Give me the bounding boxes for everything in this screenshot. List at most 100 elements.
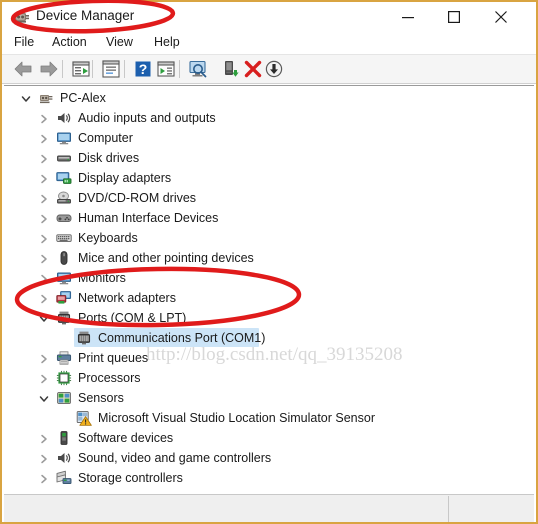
computer-root-icon [38, 90, 54, 106]
display-adapter-icon [56, 170, 72, 186]
minimize-button[interactable] [385, 2, 431, 32]
properties-icon [72, 61, 90, 77]
tree-row-sound-video-and-game-controllers[interactable]: Sound, video and game controllers [4, 448, 534, 468]
tree-row-network-adapters[interactable]: Network adapters [4, 288, 534, 308]
mouse-icon [56, 250, 72, 266]
close-icon [495, 11, 507, 23]
tree-row-display-adapters[interactable]: Display adapters [4, 168, 534, 188]
tree-label: Computer [78, 131, 133, 145]
menu-item-view[interactable]: View [106, 35, 133, 49]
network-adapter-icon [56, 290, 72, 306]
sensor-warning-icon [76, 410, 92, 426]
tree-label: Communications Port (COM1) [98, 331, 266, 345]
tree-label: Processors [78, 371, 141, 385]
menu-item-action[interactable]: Action [52, 35, 87, 49]
window-help-icon [102, 60, 120, 78]
chevron-right-icon[interactable] [38, 192, 50, 204]
down-arrow-circle-icon [265, 60, 283, 78]
close-button[interactable] [478, 2, 524, 32]
properties-button[interactable] [70, 58, 92, 80]
tree-label: Human Interface Devices [78, 211, 219, 225]
update-driver-icon [225, 61, 239, 77]
uninstall-device-button[interactable] [242, 58, 264, 80]
update-driver-button[interactable] [220, 58, 242, 80]
tree-row-keyboards[interactable]: Keyboards [4, 228, 534, 248]
toolbar: ? [2, 55, 536, 84]
chevron-right-icon[interactable] [38, 352, 50, 364]
chevron-right-icon[interactable] [38, 472, 50, 484]
printer-icon [56, 350, 72, 366]
red-x-icon [244, 60, 262, 78]
chevron-down-icon[interactable] [38, 312, 50, 324]
tree-label: PC-Alex [60, 91, 106, 105]
menu-item-file[interactable]: File [14, 35, 34, 49]
back-arrow-icon [14, 61, 32, 77]
chevron-right-icon[interactable] [38, 252, 50, 264]
chevron-right-icon[interactable] [38, 432, 50, 444]
tree-row-system-devices[interactable]: System devices [4, 488, 534, 491]
storage-controller-icon [56, 470, 72, 486]
tree-label: Software devices [78, 431, 174, 445]
tree-label: Microsoft Visual Studio Location Simulat… [98, 411, 375, 425]
tree-row-software-devices[interactable]: Software devices [4, 428, 534, 448]
question-mark-icon: ? [135, 61, 151, 77]
show-hidden-devices-button[interactable] [155, 58, 177, 80]
maximize-button[interactable] [431, 2, 477, 32]
chevron-right-icon[interactable] [38, 152, 50, 164]
monitor-icon [56, 270, 72, 286]
svg-text:?: ? [139, 61, 148, 77]
menu-item-help[interactable]: Help [154, 35, 180, 49]
tree-row-storage-controllers[interactable]: Storage controllers [4, 468, 534, 488]
tree-row-audio-inputs-and-outputs[interactable]: Audio inputs and outputs [4, 108, 534, 128]
chevron-right-icon[interactable] [38, 132, 50, 144]
help-button[interactable]: ? [132, 58, 154, 80]
chevron-down-icon[interactable] [38, 392, 50, 404]
tree-row-sensors[interactable]: Sensors [4, 388, 534, 408]
menu-bar: File Action View Help [2, 32, 536, 55]
disk-drive-icon [56, 150, 72, 166]
tree-row-print-queues[interactable]: Print queues [4, 348, 534, 368]
speaker-icon [56, 110, 72, 126]
tree-row-processors[interactable]: Processors [4, 368, 534, 388]
tree-row-human-interface-devices[interactable]: Human Interface Devices [4, 208, 534, 228]
forward-button[interactable] [38, 58, 60, 80]
processor-icon [56, 370, 72, 386]
tree-row-computer[interactable]: Computer [4, 128, 534, 148]
device-manager-window: Device Manager File Action View Help ? h… [0, 0, 538, 524]
tree-row-ms-vs-location-simulator-sensor[interactable]: Microsoft Visual Studio Location Simulat… [4, 408, 534, 428]
tree-row-pc-alex[interactable]: PC-Alex [4, 88, 534, 108]
scan-hardware-changes-button[interactable] [187, 58, 209, 80]
disable-device-button[interactable] [263, 58, 285, 80]
window-title: Device Manager [36, 8, 135, 23]
tree-label: DVD/CD-ROM drives [78, 191, 197, 205]
tree-label: Storage controllers [78, 471, 183, 485]
tree-row-dvd-cd-rom-drives[interactable]: DVD/CD-ROM drives [4, 188, 534, 208]
device-manager-icon [14, 10, 30, 24]
chevron-right-icon[interactable] [38, 292, 50, 304]
tree-row-mice-and-other-pointing-devices[interactable]: Mice and other pointing devices [4, 248, 534, 268]
toolbar-separator [124, 60, 125, 78]
device-tree[interactable]: http://blog.csdn.net/qq_39135208 PC-Alex [4, 85, 534, 491]
help-window-button[interactable] [100, 58, 122, 80]
tree-label: Monitors [78, 271, 126, 285]
forward-arrow-icon [40, 61, 58, 77]
tree-row-ports-com-and-lpt[interactable]: Ports (COM & LPT) [4, 308, 534, 328]
chevron-right-icon[interactable] [38, 112, 50, 124]
tree-row-monitors[interactable]: Monitors [4, 268, 534, 288]
toolbar-separator [179, 60, 180, 78]
port-icon [76, 330, 92, 346]
back-button[interactable] [12, 58, 34, 80]
tree-label: Sound, video and game controllers [78, 451, 272, 465]
tree-row-disk-drives[interactable]: Disk drives [4, 148, 534, 168]
chevron-down-icon[interactable] [20, 92, 32, 104]
chevron-right-icon[interactable] [38, 372, 50, 384]
tree-row-communications-port-com1[interactable]: Communications Port (COM1) [4, 328, 534, 348]
chevron-right-icon[interactable] [38, 212, 50, 224]
tree-label: Ports (COM & LPT) [78, 311, 187, 325]
sensor-icon [56, 390, 72, 406]
chevron-right-icon[interactable] [38, 232, 50, 244]
chevron-right-icon[interactable] [38, 452, 50, 464]
chevron-right-icon[interactable] [38, 272, 50, 284]
chevron-right-icon[interactable] [38, 172, 50, 184]
system-device-icon [56, 490, 72, 491]
